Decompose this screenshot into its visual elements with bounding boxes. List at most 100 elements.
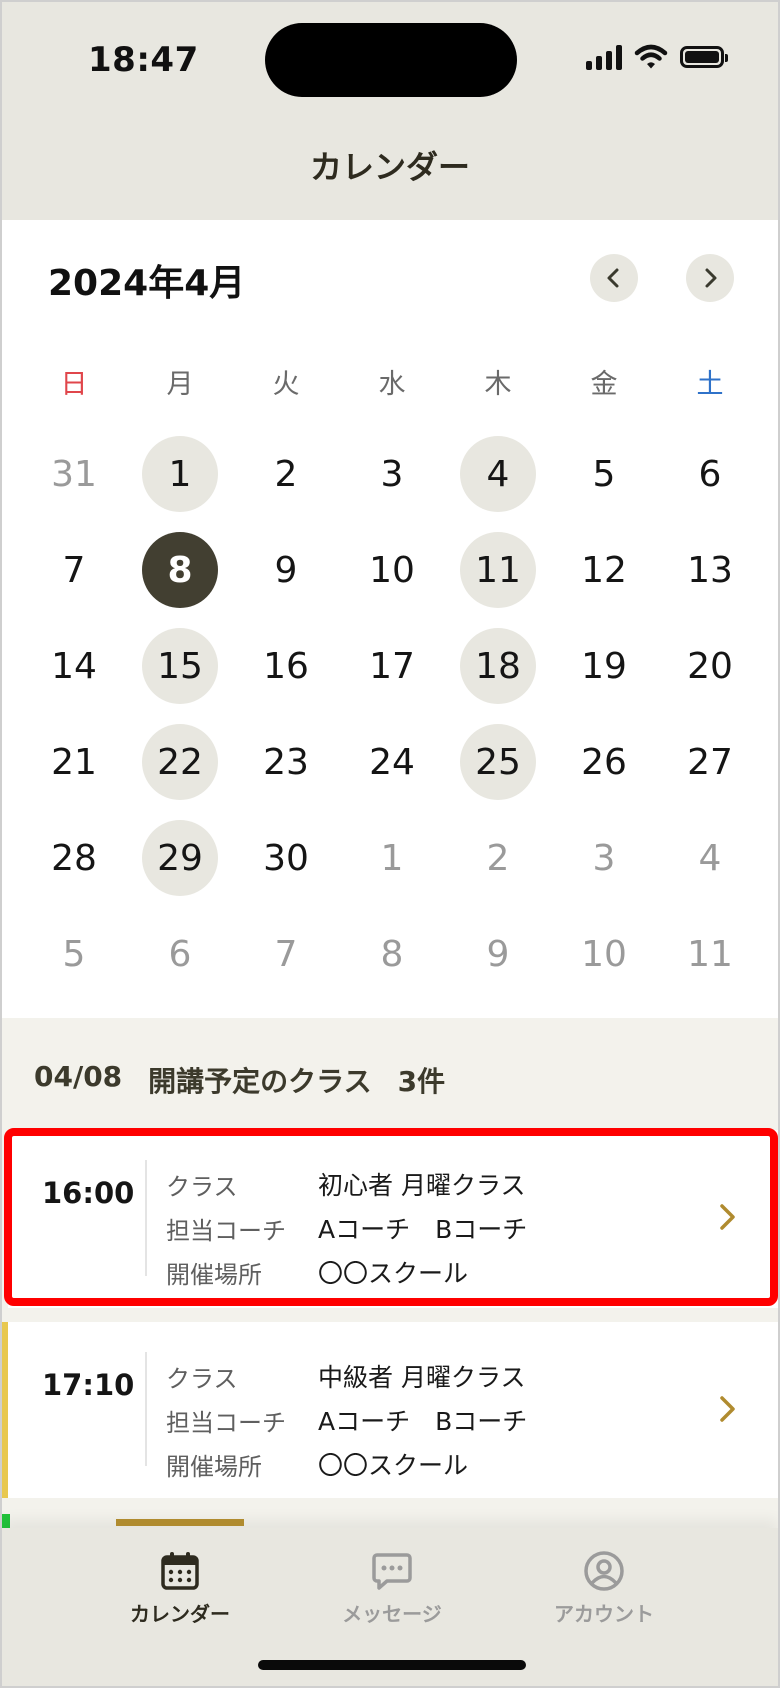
calendar-cell: 10 (551, 906, 657, 1002)
tab-calendar[interactable]: カレンダー (90, 1519, 270, 1648)
tab-message[interactable]: メッセージ (302, 1528, 482, 1648)
calendar-cell: 8 (127, 522, 233, 618)
next-card-accent (2, 1514, 10, 1528)
class-list-section: 04/08 開講予定のクラス 3件 16:00 クラス 初心者 月曜クラス 担当コ… (2, 1018, 778, 1538)
calendar-day[interactable]: 7 (36, 532, 112, 608)
weekday-header: 日 月 火 水 木 金 土 (21, 362, 763, 401)
calendar-cell: 18 (445, 618, 551, 714)
calendar-day[interactable]: 14 (36, 628, 112, 704)
calendar-day[interactable]: 16 (248, 628, 324, 704)
chevron-right-icon (720, 1204, 735, 1230)
calendar-day[interactable]: 17 (354, 628, 430, 704)
next-month-button[interactable] (686, 254, 734, 302)
calendar-day[interactable]: 3 (566, 820, 642, 896)
calendar-day[interactable]: 10 (566, 916, 642, 992)
calendar-cell: 28 (21, 810, 127, 906)
calendar-cell: 4 (445, 426, 551, 522)
calendar-day[interactable]: 28 (36, 820, 112, 896)
calendar-day[interactable]: 18 (460, 628, 536, 704)
active-tab-indicator (116, 1519, 244, 1526)
weekday-sun: 日 (60, 369, 88, 400)
tab-calendar-label: カレンダー (130, 1602, 230, 1626)
calendar-day[interactable]: 26 (566, 724, 642, 800)
calendar-cell: 6 (657, 426, 763, 522)
class-name: 初心者 月曜クラス (318, 1171, 526, 1200)
calendar-grid: 31 1 2 3 4 5 6 7 8 9 10 11 12 13 14 15 16 17 18 19 20 21 22 23 2… (21, 426, 763, 1002)
calendar-cell: 8 (339, 906, 445, 1002)
calendar-day[interactable]: 2 (460, 820, 536, 896)
calendar-cell: 26 (551, 714, 657, 810)
calendar-cell: 20 (657, 618, 763, 714)
signal-icon (586, 44, 622, 70)
calendar-day[interactable]: 22 (142, 724, 218, 800)
prev-month-button[interactable] (590, 254, 638, 302)
calendar-day[interactable]: 24 (354, 724, 430, 800)
calendar-cell: 1 (339, 810, 445, 906)
calendar-day[interactable]: 27 (672, 724, 748, 800)
calendar-day[interactable]: 12 (566, 532, 642, 608)
calendar-day[interactable]: 4 (672, 820, 748, 896)
class-label: クラス (166, 1172, 238, 1201)
calendar-day[interactable]: 21 (36, 724, 112, 800)
status-time: 18:47 (88, 40, 199, 80)
calendar-cell: 3 (551, 810, 657, 906)
place-name: 〇〇スクール (318, 1451, 469, 1480)
calendar-day[interactable]: 6 (672, 436, 748, 512)
calendar-cell: 21 (21, 714, 127, 810)
calendar-day[interactable]: 11 (460, 532, 536, 608)
status-icons (586, 44, 728, 70)
calendar-day[interactable]: 3 (354, 436, 430, 512)
calendar-day[interactable]: 1 (142, 436, 218, 512)
class-summary: 04/08 開講予定のクラス 3件 (34, 1060, 445, 1100)
place-label: 開催場所 (166, 1260, 262, 1289)
calendar-day[interactable]: 11 (672, 916, 748, 992)
calendar-cell: 16 (233, 618, 339, 714)
calendar-day[interactable]: 31 (36, 436, 112, 512)
calendar-day[interactable]: 20 (672, 628, 748, 704)
calendar-day[interactable]: 10 (354, 532, 430, 608)
app-screen: 18:47 カレンダー 2024年4月 日 月 火 水 木 金 土 31 1 2 3 4… (0, 0, 780, 1688)
calendar-day[interactable]: 29 (142, 820, 218, 896)
calendar-week-row: 21 22 23 24 25 26 27 (21, 714, 763, 810)
place-name: 〇〇スクール (318, 1259, 469, 1288)
calendar-day[interactable]: 9 (248, 532, 324, 608)
calendar-day-selected[interactable]: 8 (142, 532, 218, 608)
calendar-day[interactable]: 2 (248, 436, 324, 512)
calendar-cell: 5 (551, 426, 657, 522)
calendar-day[interactable]: 19 (566, 628, 642, 704)
calendar-day[interactable]: 8 (354, 916, 430, 992)
divider (145, 1352, 147, 1466)
calendar-day[interactable]: 23 (248, 724, 324, 800)
calendar-day[interactable]: 9 (460, 916, 536, 992)
calendar-day[interactable]: 1 (354, 820, 430, 896)
class-card[interactable]: 16:00 クラス 初心者 月曜クラス 担当コーチ Aコーチ Bコーチ 開催場所 〇〇… (8, 1130, 778, 1308)
calendar-day[interactable]: 5 (566, 436, 642, 512)
calendar-cell: 11 (445, 522, 551, 618)
class-time: 16:00 (42, 1176, 135, 1210)
calendar-day[interactable]: 15 (142, 628, 218, 704)
divider (145, 1160, 147, 1276)
calendar-day[interactable]: 5 (36, 916, 112, 992)
tab-account-label: アカウント (554, 1602, 654, 1626)
coach-names: Aコーチ Bコーチ (318, 1407, 528, 1436)
class-accent-bar (2, 1322, 8, 1498)
chevron-right-icon (705, 268, 717, 288)
calendar-cell: 17 (339, 618, 445, 714)
calendar-day[interactable]: 25 (460, 724, 536, 800)
tab-account[interactable]: アカウント (514, 1528, 694, 1648)
calendar-cell: 3 (339, 426, 445, 522)
calendar-day[interactable]: 7 (248, 916, 324, 992)
calendar-day[interactable]: 4 (460, 436, 536, 512)
calendar-cell: 10 (339, 522, 445, 618)
calendar-cell: 6 (127, 906, 233, 1002)
calendar-cell: 2 (445, 810, 551, 906)
calendar-icon (161, 1552, 199, 1590)
calendar-cell: 24 (339, 714, 445, 810)
calendar-day[interactable]: 30 (248, 820, 324, 896)
class-card[interactable]: 17:10 クラス 中級者 月曜クラス 担当コーチ Aコーチ Bコーチ 開催場所 〇〇… (2, 1322, 778, 1498)
calendar-cell: 1 (127, 426, 233, 522)
place-label: 開催場所 (166, 1452, 262, 1481)
home-indicator (258, 1660, 526, 1670)
calendar-day[interactable]: 13 (672, 532, 748, 608)
calendar-day[interactable]: 6 (142, 916, 218, 992)
